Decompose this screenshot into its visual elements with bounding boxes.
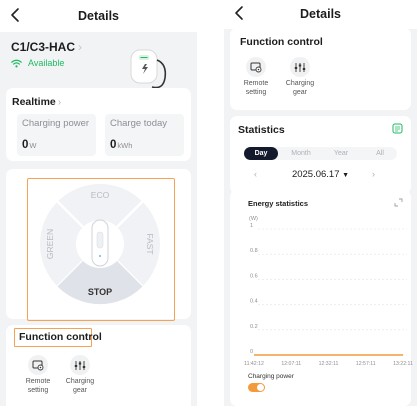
charging-power-label: Charging power [22, 118, 90, 129]
chevron-right-icon: › [57, 96, 62, 108]
function-control-title: Function control [19, 331, 102, 343]
charge-today-value: 0kWh [110, 139, 132, 151]
y-tick-label: 1 [250, 223, 253, 229]
charging-power-box: Charging power 0W [17, 114, 96, 156]
left-top-bar: Details [0, 0, 197, 32]
charge-today-box: Charge today 0kWh [105, 114, 184, 156]
y-tick-label: 0.4 [250, 299, 258, 305]
mode-eco[interactable]: ECO [91, 190, 110, 200]
remote-setting-icon [28, 355, 48, 375]
charge-today-label: Charge today [110, 118, 168, 129]
charge-today-unit: kWh [117, 141, 133, 150]
legend-label: Charging power [248, 373, 294, 380]
charging-power-number: 0 [22, 139, 29, 151]
charging-power-unit: W [29, 141, 37, 150]
stop-button[interactable]: STOP [88, 287, 112, 297]
charging-gear-icon [70, 355, 90, 375]
toggle-knob [257, 384, 264, 391]
device-name-text: C1/C3-HAC [11, 40, 76, 54]
right-details-screen: Details Function control Remote setting … [224, 0, 417, 406]
realtime-card: Realtime › Charging power 0W Charge today… [6, 88, 191, 161]
charging-gear-label-1: Charging [65, 378, 95, 385]
page-title: Details [78, 9, 119, 23]
y-tick-label: 0.2 [250, 324, 258, 330]
status-text: Available [28, 58, 65, 68]
remote-setting-button[interactable]: Remote setting [20, 355, 56, 395]
mode-green[interactable]: GREEN [45, 229, 55, 259]
x-tick-label: 12:32:11 [319, 361, 339, 367]
charging-power-toggle[interactable] [248, 383, 265, 392]
y-tick-label: 0.8 [250, 248, 258, 254]
chevron-right-icon: › [78, 40, 83, 54]
left-details-screen: Details C1/C3-HAC › Available Realtime › C… [0, 0, 197, 406]
charging-power-value: 0W [22, 139, 37, 151]
y-tick-label: 0 [250, 349, 253, 355]
x-tick-label: 13:22:11 [393, 361, 413, 367]
energy-chart: (W)1 0.8 0.6 0.4 0.2 0 11:42:12 12:07:11 12:32:1… [244, 216, 413, 367]
charging-gear-button[interactable]: Charging gear [61, 355, 99, 395]
remote-setting-label-1: Remote [25, 378, 51, 385]
mode-selector-dial: ECO GREEN FAST STOP [40, 184, 160, 305]
remote-setting-label-2: setting [27, 386, 49, 394]
y-axis-unit: (W) [249, 216, 258, 222]
mode-fast[interactable]: FAST [145, 233, 155, 254]
realtime-title[interactable]: Realtime › [12, 96, 61, 108]
y-tick-label: 0.6 [250, 273, 258, 279]
x-tick-label: 12:57:11 [356, 361, 376, 367]
realtime-title-text: Realtime [12, 96, 56, 108]
x-tick-label: 11:42:12 [244, 361, 264, 367]
charging-gear-label-2: gear [72, 386, 87, 394]
device-name[interactable]: C1/C3-HAC › [11, 40, 82, 54]
wifi-icon [11, 59, 22, 67]
device-status: Available [11, 58, 64, 68]
x-tick-label: 12:07:11 [281, 361, 301, 367]
charge-today-number: 0 [110, 139, 117, 151]
